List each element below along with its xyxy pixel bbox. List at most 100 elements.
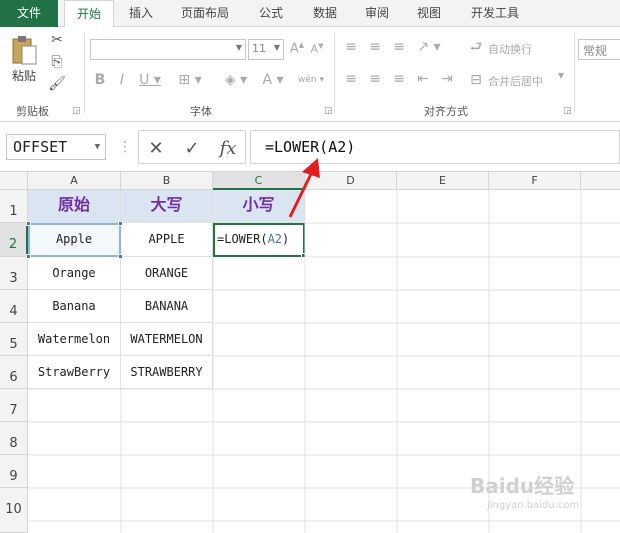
- align-center-button[interactable]: ≡: [366, 69, 384, 89]
- ribbon-tabbar: 文件 开始 插入 页面布局 公式 数据 审阅 视图 开发工具: [0, 0, 620, 28]
- row-header-3[interactable]: 3: [0, 257, 28, 290]
- font-group-label: 字体: [190, 105, 212, 118]
- column-header-e[interactable]: E: [397, 172, 489, 190]
- tab-view[interactable]: 视图: [406, 0, 452, 27]
- row-header-10[interactable]: 10: [0, 488, 28, 533]
- copy-button[interactable]: ⎘: [47, 53, 67, 71]
- phonetic-button[interactable]: wén ▾: [296, 69, 326, 91]
- decrease-indent-button[interactable]: ⇤: [414, 69, 432, 89]
- chevron-down-icon[interactable]: ▼: [95, 135, 100, 159]
- group-separator: [574, 33, 575, 113]
- column-header-b[interactable]: B: [121, 172, 213, 190]
- chevron-down-icon: ▼: [273, 43, 280, 52]
- italic-button[interactable]: I: [114, 71, 130, 89]
- align-bottom-icon: ≡: [393, 39, 405, 55]
- copy-icon: ⎘: [51, 54, 63, 70]
- row-header-4[interactable]: 4: [0, 290, 28, 323]
- align-top-button[interactable]: ≡: [342, 37, 360, 57]
- insert-function-button[interactable]: fx: [215, 135, 241, 161]
- font-color-button[interactable]: A ▾: [258, 71, 288, 89]
- ref-handle: [118, 221, 123, 226]
- tab-file[interactable]: 文件: [0, 0, 58, 27]
- increase-font-button[interactable]: A▲: [288, 39, 306, 59]
- cancel-button[interactable]: ✕: [143, 135, 169, 161]
- fill-color-button[interactable]: ◈ ▾: [218, 71, 254, 89]
- alignment-launcher-icon[interactable]: ◲: [563, 106, 572, 116]
- watermark-url: jingyan.baidu.com: [487, 500, 580, 511]
- cell-b3[interactable]: ORANGE: [121, 257, 213, 290]
- number-format-combo[interactable]: 常规: [578, 39, 620, 60]
- align-center-icon: ≡: [369, 71, 381, 87]
- cut-button[interactable]: ✂: [47, 31, 67, 49]
- fill-handle[interactable]: [301, 253, 306, 258]
- ref-handle: [118, 254, 123, 259]
- align-right-icon: ≡: [393, 71, 405, 87]
- align-left-button[interactable]: ≡: [342, 69, 360, 89]
- column-header-g[interactable]: [581, 172, 620, 190]
- cell-b6[interactable]: STRAWBERRY: [121, 356, 213, 389]
- merge-center-button[interactable]: 合并后居中: [488, 73, 543, 89]
- row-header-1[interactable]: 1: [0, 190, 28, 223]
- paste-label: 粘贴: [12, 69, 37, 83]
- vertical-dots-icon: ⋮: [118, 139, 132, 155]
- cell-b4[interactable]: BANANA: [121, 290, 213, 323]
- cell-a1[interactable]: 原始: [28, 190, 121, 223]
- cell-a5[interactable]: Watermelon: [28, 323, 121, 356]
- font-color-icon: A ▾: [262, 72, 284, 88]
- underline-icon: U ▾: [139, 72, 161, 88]
- fx-icon: fx: [219, 137, 237, 159]
- ribbon-home: 粘贴 ✂ ⎘ 🖌 剪贴板 ◲ ▼ 11 ▼ A▲ A▼ B I U ▾ ⊞ ▾ …: [0, 27, 620, 122]
- align-middle-button[interactable]: ≡: [366, 37, 384, 57]
- cell-a3[interactable]: Orange: [28, 257, 121, 290]
- format-painter-button[interactable]: 🖌: [47, 75, 67, 93]
- orientation-button[interactable]: ↗ ▾: [414, 37, 444, 57]
- wrap-text-button[interactable]: 自动换行: [488, 41, 532, 57]
- tab-developer[interactable]: 开发工具: [462, 0, 528, 27]
- align-bottom-button[interactable]: ≡: [390, 37, 408, 57]
- clipboard-icon: [12, 36, 37, 65]
- select-all-corner[interactable]: [0, 172, 28, 190]
- cell-a6[interactable]: StrawBerry: [28, 356, 121, 389]
- font-launcher-icon[interactable]: ◲: [324, 106, 333, 116]
- column-header-f[interactable]: F: [489, 172, 581, 190]
- underline-button[interactable]: U ▾: [136, 71, 164, 89]
- cell-c1[interactable]: 小写: [213, 190, 305, 223]
- tab-formulas[interactable]: 公式: [248, 0, 294, 27]
- row-header-6[interactable]: 6: [0, 356, 28, 389]
- formula-bar: OFFSET ▼ ⋮ ✕ ✓ fx =LOWER(A2): [0, 122, 620, 172]
- name-box[interactable]: OFFSET ▼: [6, 134, 106, 160]
- bold-button[interactable]: B: [92, 71, 108, 89]
- tab-insert[interactable]: 插入: [118, 0, 164, 27]
- cell-b2[interactable]: APPLE: [121, 223, 213, 257]
- column-header-a[interactable]: A: [28, 172, 121, 190]
- borders-button[interactable]: ⊞ ▾: [172, 71, 208, 89]
- increase-indent-button[interactable]: ⇥: [438, 69, 456, 89]
- tab-page-layout[interactable]: 页面布局: [172, 0, 238, 27]
- orientation-icon: ↗ ▾: [417, 39, 441, 55]
- cell-b5[interactable]: WATERMELON: [121, 323, 213, 356]
- row-header-7[interactable]: 7: [0, 389, 28, 422]
- align-right-button[interactable]: ≡: [390, 69, 408, 89]
- row-header-8[interactable]: 8: [0, 422, 28, 455]
- cell-b1[interactable]: 大写: [121, 190, 213, 223]
- clipboard-launcher-icon[interactable]: ◲: [72, 106, 81, 116]
- font-name-combo[interactable]: ▼: [90, 39, 246, 60]
- close-icon: ✕: [148, 137, 164, 159]
- paint-bucket-icon: ◈ ▾: [224, 72, 248, 88]
- tab-data[interactable]: 数据: [302, 0, 348, 27]
- decrease-font-button[interactable]: A▼: [308, 39, 326, 59]
- cell-c2-active[interactable]: =LOWER(A2): [213, 223, 305, 257]
- row-header-2[interactable]: 2: [0, 223, 28, 257]
- formula-input[interactable]: =LOWER(A2): [250, 130, 620, 164]
- enter-button[interactable]: ✓: [179, 135, 205, 161]
- row-header-9[interactable]: 9: [0, 455, 28, 488]
- paste-button[interactable]: [8, 33, 40, 67]
- font-size-combo[interactable]: 11 ▼: [248, 39, 284, 60]
- column-header-c[interactable]: C: [213, 172, 305, 190]
- cell-a2[interactable]: Apple: [28, 223, 121, 257]
- cell-a4[interactable]: Banana: [28, 290, 121, 323]
- row-header-5[interactable]: 5: [0, 323, 28, 356]
- column-header-d[interactable]: D: [305, 172, 397, 190]
- tab-review[interactable]: 审阅: [354, 0, 400, 27]
- tab-home[interactable]: 开始: [64, 0, 114, 28]
